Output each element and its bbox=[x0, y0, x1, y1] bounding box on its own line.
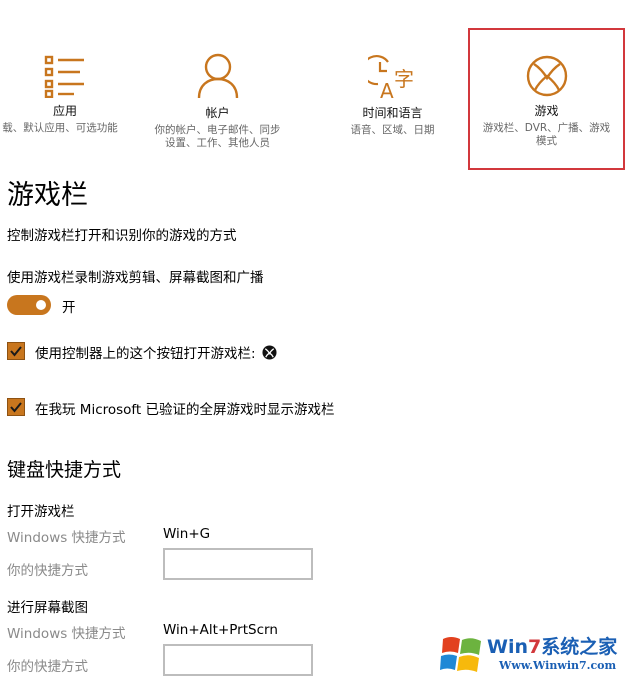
custom-shortcut-label: 你的快捷方式 bbox=[7, 563, 88, 579]
category-subtitle: 载、默认应用、可选功能 bbox=[2, 122, 118, 134]
checkmark-icon bbox=[10, 402, 22, 413]
checkmark-icon bbox=[10, 346, 22, 357]
page-description: 控制游戏栏打开和识别你的游戏的方式 bbox=[7, 228, 237, 244]
custom-shortcut-input[interactable] bbox=[163, 548, 313, 580]
fullscreen-gamebar-label: 在我玩 Microsoft 已验证的全屏游戏时显示游戏栏 bbox=[35, 402, 335, 418]
controller-button-label: 使用控制器上的这个按钮打开游戏栏: bbox=[35, 346, 256, 362]
controller-button-checkbox[interactable] bbox=[7, 342, 25, 360]
page-title: 游戏栏 bbox=[7, 180, 88, 211]
xbox-icon bbox=[262, 345, 277, 360]
category-apps[interactable]: 应用 载、默认应用、可选功能 bbox=[0, 40, 130, 136]
watermark-brand: Win7系统之家 bbox=[487, 632, 617, 659]
windows-shortcut-label: Windows 快捷方式 bbox=[7, 530, 126, 546]
windows-shortcut-value: Win+G bbox=[163, 526, 211, 542]
category-time-language[interactable]: A 字 时间和语言 语音、区域、日期 bbox=[325, 40, 460, 138]
time-language-icon: A 字 bbox=[367, 55, 414, 100]
category-accounts[interactable]: 帐户 你的帐户、电子邮件、同步 设置、工作、其他人员 bbox=[150, 40, 285, 151]
xbox-icon bbox=[526, 55, 567, 97]
shortcuts-heading: 键盘快捷方式 bbox=[7, 459, 122, 481]
apps-list-icon bbox=[44, 55, 84, 98]
custom-shortcut-label: 你的快捷方式 bbox=[7, 659, 88, 675]
svg-text:字: 字 bbox=[394, 67, 414, 91]
category-subtitle: 语音、区域、日期 bbox=[350, 124, 435, 136]
shortcut-group-title: 打开游戏栏 bbox=[7, 504, 75, 520]
category-title: 帐户 bbox=[205, 106, 230, 120]
category-title: 应用 bbox=[52, 104, 77, 118]
brand-seven: 7 bbox=[528, 636, 542, 658]
watermark-url: Www.Winwin7.com bbox=[499, 659, 617, 672]
brand-prefix: Win bbox=[487, 636, 528, 658]
svg-text:A: A bbox=[380, 79, 394, 100]
category-gaming[interactable]: 游戏 游戏栏、DVR、广播、游戏 模式 bbox=[468, 28, 625, 170]
category-title: 时间和语言 bbox=[362, 106, 423, 120]
record-label: 使用游戏栏录制游戏剪辑、屏幕截图和广播 bbox=[7, 270, 264, 286]
site-watermark: Win7系统之家 Www.Winwin7.com bbox=[437, 628, 635, 681]
toggle-knob bbox=[36, 300, 46, 310]
shortcut-group-title: 进行屏幕截图 bbox=[7, 600, 88, 616]
windows-logo-icon bbox=[440, 637, 481, 672]
category-subtitle: 设置、工作、其他人员 bbox=[165, 137, 270, 149]
category-subtitle: 模式 bbox=[536, 135, 557, 147]
fullscreen-gamebar-checkbox[interactable] bbox=[7, 398, 25, 416]
category-title: 游戏 bbox=[534, 104, 559, 118]
windows-shortcut-value: Win+Alt+PrtScrn bbox=[163, 622, 278, 638]
windows-shortcut-label: Windows 快捷方式 bbox=[7, 626, 126, 642]
controller-button-option: 使用控制器上的这个按钮打开游戏栏: bbox=[35, 342, 277, 362]
custom-shortcut-input[interactable] bbox=[163, 644, 313, 676]
brand-suffix: 系统之家 bbox=[541, 636, 618, 658]
record-toggle[interactable] bbox=[7, 295, 51, 315]
toggle-state-label: 开 bbox=[62, 300, 76, 316]
person-icon bbox=[197, 53, 238, 99]
